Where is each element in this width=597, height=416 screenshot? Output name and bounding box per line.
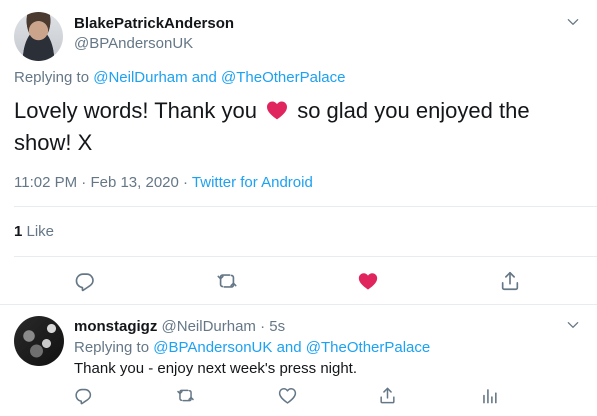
analytics-icon[interactable] [480, 386, 499, 405]
like-icon[interactable] [278, 386, 297, 405]
tweet-text: Lovely words! Thank you so glad you enjo… [14, 95, 530, 159]
reply-text: Thank you - enjoy next week's press nigh… [74, 360, 358, 377]
meta-separator: · [77, 174, 91, 191]
tweet-text-part: so glad you enjoyed the [291, 98, 530, 123]
tweet-time[interactable]: 11:02 PM [14, 174, 77, 191]
avatar[interactable] [14, 12, 63, 61]
tweet-text-part: Lovely words! Thank you [14, 98, 257, 123]
reply-icon[interactable] [74, 386, 93, 405]
reply-header: monstagigz @NeilDurham · 5s [74, 318, 285, 335]
chevron-down-icon[interactable] [566, 318, 580, 332]
like-icon[interactable] [357, 270, 379, 292]
avatar[interactable] [14, 316, 64, 366]
display-name[interactable]: monstagigz [74, 318, 157, 335]
mention-and: and [272, 339, 306, 356]
reply-icon[interactable] [74, 270, 96, 292]
replying-to-line: Replying to @NeilDurham and @TheOtherPal… [14, 69, 345, 86]
tweet-text-part: show! X [14, 130, 93, 155]
tweet-meta: 11:02 PM · Feb 13, 2020 · Twitter for An… [14, 174, 313, 191]
retweet-icon[interactable] [176, 386, 195, 405]
user-handle[interactable]: @BPAndersonUK [74, 35, 193, 52]
replying-to-label: Replying to [74, 339, 154, 356]
likes-count[interactable]: 1 Like [14, 223, 54, 240]
divider [0, 304, 597, 305]
share-icon[interactable] [378, 386, 397, 405]
divider [14, 206, 597, 207]
retweet-icon[interactable] [216, 270, 238, 292]
divider [14, 256, 597, 257]
display-name[interactable]: BlakePatrickAnderson [74, 15, 234, 32]
tweet-date[interactable]: Feb 13, 2020 [90, 174, 178, 191]
mention-and: and [187, 69, 222, 86]
mention-link[interactable]: @TheOtherPalace [221, 69, 345, 86]
tweet-source[interactable]: Twitter for Android [192, 174, 313, 191]
chevron-down-icon[interactable] [566, 15, 580, 29]
mention-link[interactable]: @TheOtherPalace [306, 339, 430, 356]
mention-link[interactable]: @NeilDurham [93, 69, 187, 86]
tweet-time[interactable]: 5s [269, 318, 285, 335]
heart-icon [265, 98, 289, 122]
share-icon[interactable] [499, 270, 521, 292]
replying-to-label: Replying to [14, 69, 94, 86]
meta-separator: · [255, 318, 270, 335]
likes-label: Like [22, 223, 55, 240]
meta-separator: · [178, 174, 192, 191]
mention-link[interactable]: @BPAndersonUK [153, 339, 272, 356]
user-handle[interactable]: @NeilDurham [162, 318, 256, 335]
replying-to-line: Replying to @BPAndersonUK and @TheOtherP… [74, 339, 430, 356]
